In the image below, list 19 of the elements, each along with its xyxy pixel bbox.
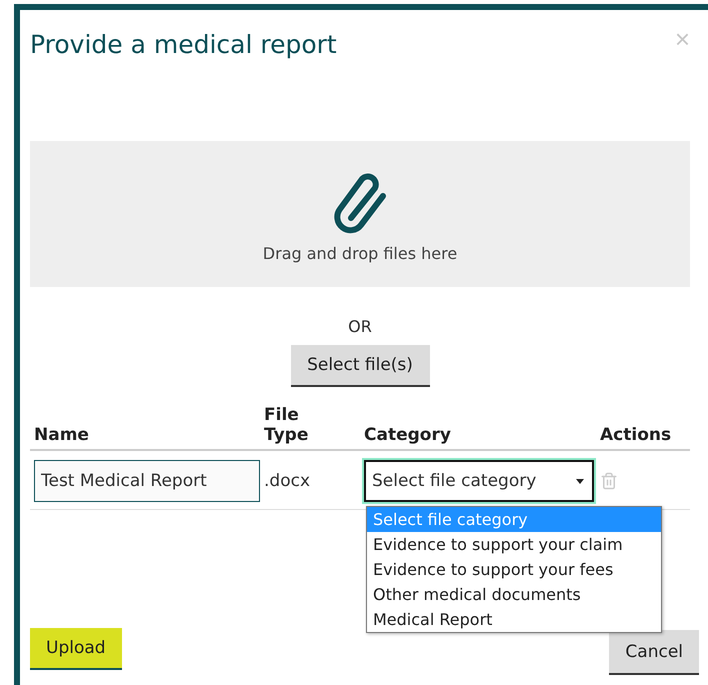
caret-icon	[576, 478, 584, 484]
dropdown-option[interactable]: Other medical documents	[367, 582, 661, 607]
delete-icon[interactable]	[600, 472, 618, 490]
dialog-title: Provide a medical report	[30, 30, 337, 59]
dropdown-option[interactable]: Medical Report	[367, 607, 661, 632]
column-header: Name	[34, 425, 89, 445]
upload-button[interactable]: Upload	[30, 628, 122, 670]
dropdown-option[interactable]: Evidence to support your fees	[367, 557, 661, 582]
file-name-field[interactable]: Test Medical Report	[34, 460, 260, 502]
or-text: OR	[348, 317, 372, 336]
file-type: .docx	[264, 471, 312, 491]
dropdown-option[interactable]: Evidence to support your claim	[367, 532, 661, 557]
drop-hint: Drag and drop files here	[262, 244, 458, 262]
column-header: File Type	[264, 405, 308, 445]
select-files-button[interactable]: Select file(s)	[290, 345, 430, 387]
column-header: Actions	[600, 425, 672, 445]
drop-zone[interactable]: Drag and drop files here	[30, 141, 690, 287]
column-header: Category	[364, 425, 451, 445]
cancel-button[interactable]: Cancel	[609, 630, 699, 675]
